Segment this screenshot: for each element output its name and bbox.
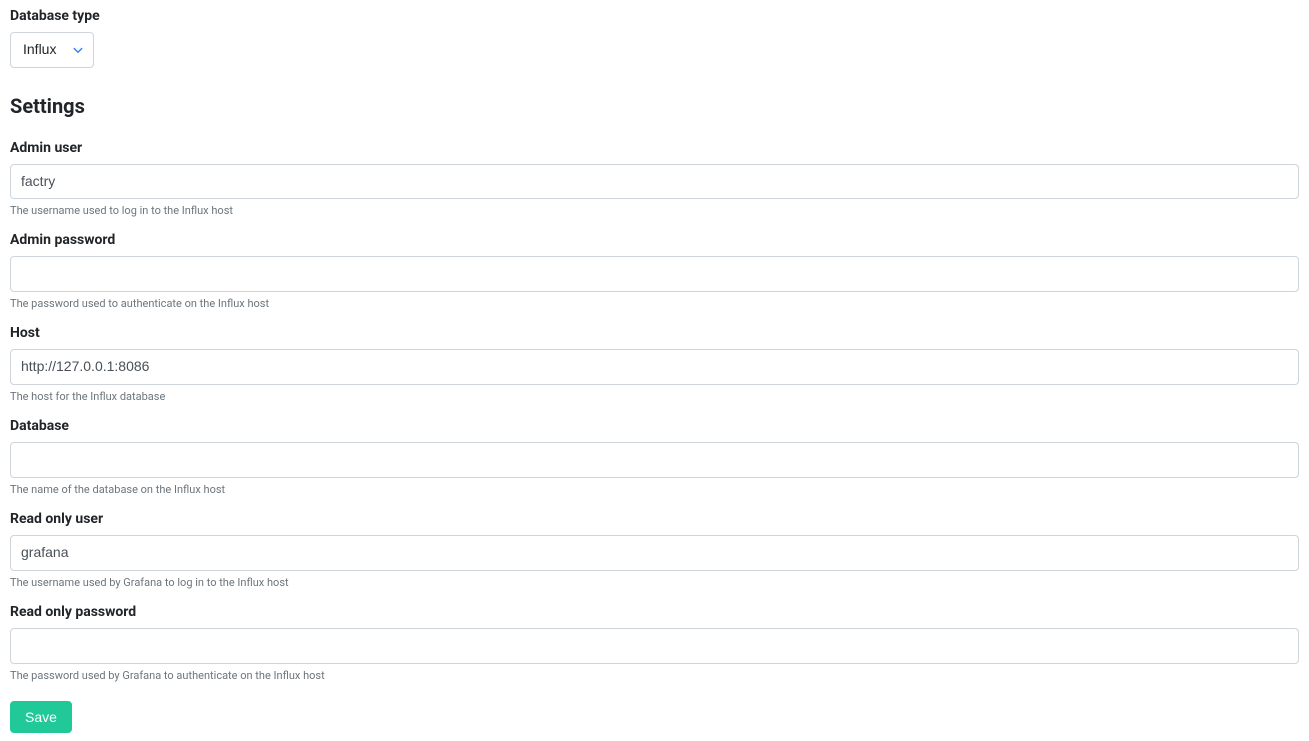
read-only-password-group: Read only password The password used by … [10,604,1299,683]
read-only-user-group: Read only user The username used by Graf… [10,511,1299,590]
read-only-password-label: Read only password [10,604,1299,620]
read-only-password-help: The password used by Grafana to authenti… [10,669,1299,683]
host-group: Host The host for the Influx database [10,325,1299,404]
database-group: Database The name of the database on the… [10,418,1299,497]
host-help: The host for the Influx database [10,390,1299,404]
database-help: The name of the database on the Influx h… [10,483,1299,497]
admin-password-help: The password used to authenticate on the… [10,297,1299,311]
save-button[interactable]: Save [10,701,72,733]
settings-heading: Settings [10,94,1299,118]
database-type-select-wrapper: Influx [10,32,94,68]
database-label: Database [10,418,1299,434]
host-input[interactable] [10,349,1299,385]
read-only-user-help: The username used by Grafana to log in t… [10,576,1299,590]
admin-password-group: Admin password The password used to auth… [10,232,1299,311]
admin-password-input[interactable] [10,256,1299,292]
database-input[interactable] [10,442,1299,478]
host-label: Host [10,325,1299,341]
admin-user-group: Admin user The username used to log in t… [10,140,1299,219]
database-type-label: Database type [10,8,1299,24]
read-only-password-input[interactable] [10,628,1299,664]
admin-user-help: The username used to log in to the Influ… [10,204,1299,218]
admin-user-input[interactable] [10,164,1299,200]
database-type-select[interactable]: Influx [10,32,94,68]
admin-user-label: Admin user [10,140,1299,156]
admin-password-label: Admin password [10,232,1299,248]
database-type-group: Database type Influx [10,8,1299,76]
read-only-user-input[interactable] [10,535,1299,571]
read-only-user-label: Read only user [10,511,1299,527]
